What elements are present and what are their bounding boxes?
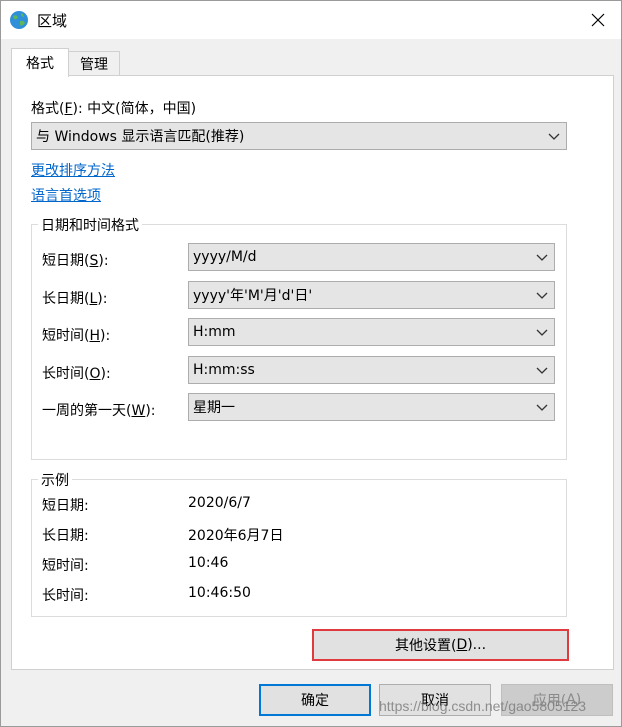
example-short-date-label: 短日期: — [42, 498, 89, 514]
label-prefix: 一周的第一天( — [42, 403, 132, 419]
label-key: H — [89, 328, 100, 344]
datetime-group-title: 日期和时间格式 — [38, 215, 142, 235]
tab-admin[interactable]: 管理 — [68, 51, 120, 76]
format-select[interactable]: 与 Windows 显示语言匹配(推荐) — [31, 122, 567, 150]
label-suffix: ): — [145, 403, 156, 419]
short-date-label: 短日期(S): — [42, 250, 109, 270]
title-bar: 区域 — [1, 1, 621, 39]
example-short-date-value: 2020/6/7 — [188, 495, 251, 511]
window-title: 区域 — [37, 12, 68, 30]
tab-format-label: 格式 — [26, 56, 54, 72]
example-short-time-value: 10:46 — [188, 555, 229, 571]
label-prefix: 短日期( — [42, 253, 90, 269]
example-long-time-value: 10:46:50 — [188, 585, 251, 601]
other-settings-button[interactable]: 其他设置(D)... — [312, 629, 569, 661]
short-time-value: H:mm — [193, 324, 236, 340]
chevron-down-icon — [536, 404, 548, 411]
globe-icon — [9, 10, 29, 30]
btn-prefix: 其他设置( — [394, 638, 457, 654]
close-icon — [591, 13, 605, 27]
change-sort-link[interactable]: 更改排序方法 — [31, 160, 115, 180]
example-long-time-label: 长时间: — [42, 588, 89, 604]
chevron-down-icon — [536, 367, 548, 374]
first-day-value: 星期一 — [193, 400, 235, 416]
chevron-down-icon — [536, 254, 548, 261]
format-label-key: F — [64, 101, 73, 117]
short-time-label: 短时间(H): — [42, 325, 110, 345]
label-key: O — [89, 366, 101, 382]
ok-label: 确定 — [301, 693, 329, 709]
close-button[interactable] — [575, 1, 621, 39]
long-time-value: H:mm:ss — [193, 362, 255, 378]
long-time-select[interactable]: H:mm:ss — [188, 356, 555, 384]
long-date-select[interactable]: yyyy'年'M'月'd'日' — [188, 281, 555, 309]
btn-suffix: )... — [467, 637, 487, 653]
short-date-value: yyyy/M/d — [193, 249, 257, 265]
example-long-date-label: 长日期: — [42, 528, 89, 544]
ok-button[interactable]: 确定 — [259, 684, 371, 716]
region-dialog: 区域 格式 管理 格式(F): 中文(简体，中国) 与 Windows 显示语言… — [0, 0, 622, 727]
format-label: 格式(F): 中文(简体，中国) — [31, 98, 196, 118]
label-suffix: ): — [97, 291, 108, 307]
example-short-time-label: 短时间: — [42, 558, 89, 574]
long-date-label: 长日期(L): — [42, 288, 107, 308]
language-prefs-link[interactable]: 语言首选项 — [31, 185, 101, 205]
tab-admin-label: 管理 — [80, 57, 108, 73]
label-prefix: 长日期( — [42, 291, 90, 307]
label-suffix: ): — [100, 328, 111, 344]
label-suffix: ): — [98, 253, 109, 269]
format-select-value: 与 Windows 显示语言匹配(推荐) — [36, 129, 245, 145]
long-time-label: 长时间(O): — [42, 363, 111, 383]
chevron-down-icon — [548, 133, 560, 140]
format-panel: 格式(F): 中文(简体，中国) 与 Windows 显示语言匹配(推荐) 更改… — [11, 75, 614, 670]
format-label-suffix: ): 中文(简体，中国) — [72, 101, 197, 117]
short-time-select[interactable]: H:mm — [188, 318, 555, 346]
label-prefix: 短时间( — [42, 328, 90, 344]
label-key: W — [131, 403, 146, 419]
label-prefix: 长时间( — [42, 366, 90, 382]
long-date-value: yyyy'年'M'月'd'日' — [193, 288, 313, 304]
example-long-date-value: 2020年6月7日 — [188, 528, 284, 544]
label-suffix: ): — [100, 366, 111, 382]
chevron-down-icon — [536, 329, 548, 336]
btn-key: D — [456, 637, 468, 653]
tab-format[interactable]: 格式 — [11, 48, 69, 77]
example-group-title: 示例 — [38, 470, 72, 490]
chevron-down-icon — [536, 292, 548, 299]
watermark: https://blog.csdn.net/gao5805123 — [379, 698, 587, 714]
first-day-select[interactable]: 星期一 — [188, 393, 555, 421]
format-label-prefix: 格式( — [31, 101, 65, 117]
first-day-label: 一周的第一天(W): — [42, 400, 156, 420]
example-group — [31, 479, 567, 617]
short-date-select[interactable]: yyyy/M/d — [188, 243, 555, 271]
